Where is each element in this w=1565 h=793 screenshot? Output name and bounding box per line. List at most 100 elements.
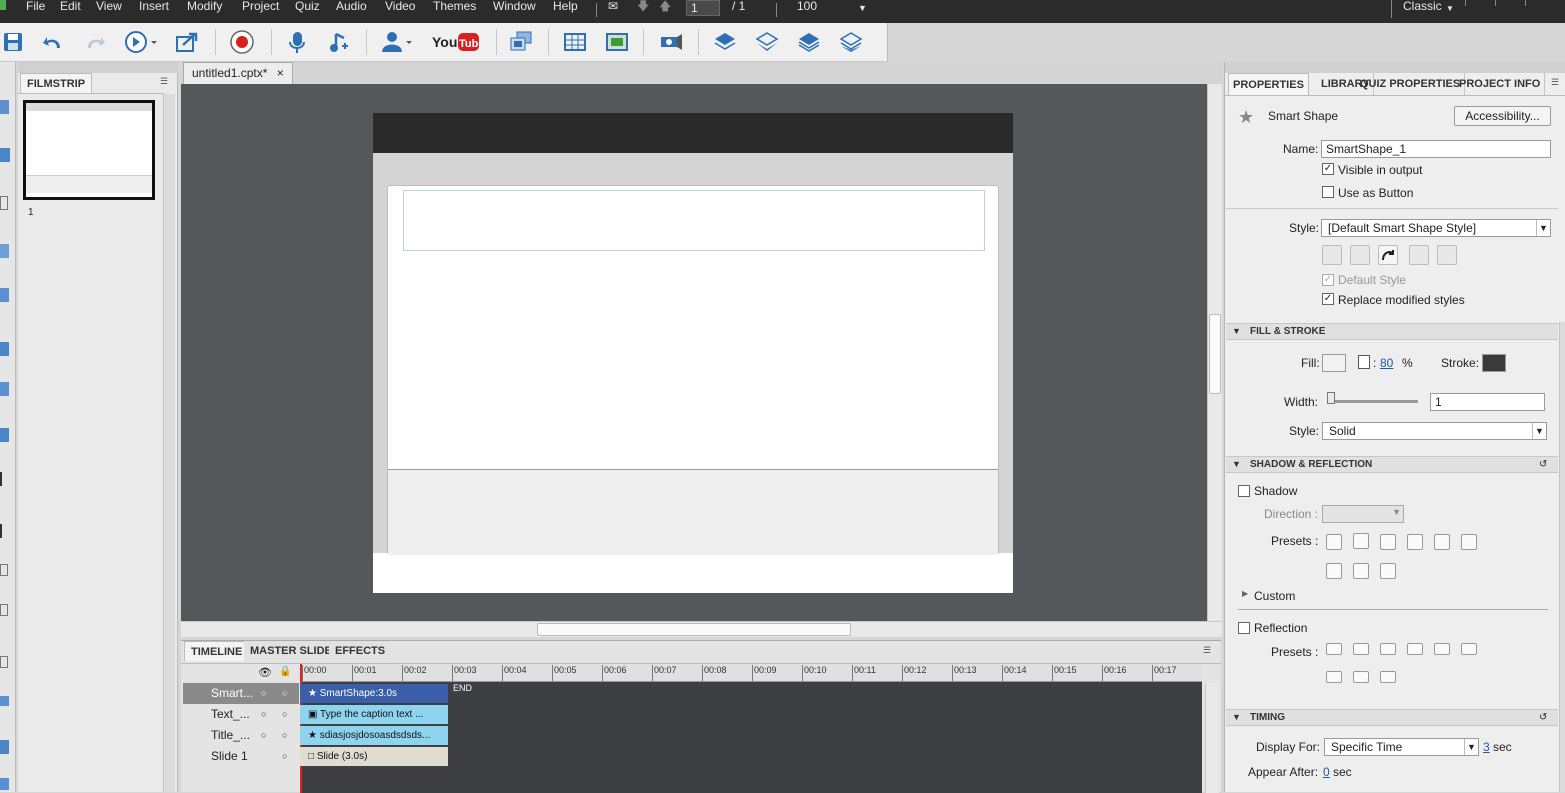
bring-to-front-icon[interactable] [712,29,738,55]
stroke-style-select[interactable]: Solid ▼ [1322,422,1547,440]
save-style-icon[interactable] [1350,245,1370,265]
tab-effects[interactable]: EFFECTS [329,641,392,661]
menu-edit[interactable]: Edit [60,0,81,23]
tab-quiz-properties[interactable]: QUIZ PROPERTIES [1356,73,1466,95]
arrow-up-icon[interactable]: 🡅 [659,0,671,23]
timeline-bar-smartshape[interactable]: ★ SmartShape:3.0s [300,684,448,703]
expand-icon[interactable]: ▶ [1242,589,1248,598]
duration-value[interactable]: 3 [1483,740,1490,754]
tool-icon[interactable] [0,100,9,114]
zoom-dropdown-icon[interactable]: ▼ [858,2,867,25]
shadow-preset[interactable] [1434,534,1450,550]
send-backward-icon[interactable] [796,29,822,55]
document-tab[interactable]: untitled1.cptx* × [183,62,293,84]
tab-project-info[interactable]: PROJECT INFO [1455,73,1546,95]
appear-after-value[interactable]: 0 [1323,765,1330,779]
timeline-layer-row[interactable]: Title_... ○ ○ [183,725,299,746]
timeline-bar-slide[interactable]: □ Slide (3.0s) [300,747,448,766]
default-style-checkbox[interactable]: ✓ [1322,274,1334,286]
shadow-preset[interactable] [1461,534,1477,550]
arrow-down-icon[interactable]: 🡇 [637,0,649,23]
preview-play-icon[interactable] [123,29,159,55]
tool-icon[interactable] [0,604,8,616]
filmstrip-view-icon[interactable] [604,29,630,55]
direction-select[interactable]: ▼ [1322,505,1404,523]
visible-checkbox[interactable]: ✓ [1322,163,1334,175]
tool-icon[interactable] [0,740,9,754]
panel-menu-icon[interactable]: ☰ [1203,645,1211,656]
shadow-preset[interactable] [1353,533,1369,549]
eye-icon[interactable]: 👁 [258,666,272,679]
reflection-preset[interactable] [1461,643,1477,655]
reflection-preset[interactable] [1326,671,1342,683]
shadow-preset[interactable] [1353,563,1369,579]
scroll-thumb[interactable] [1209,314,1221,394]
interaction-icon[interactable] [508,29,534,55]
image-icon[interactable] [0,244,9,258]
display-for-select[interactable]: Specific Time ▼ [1324,738,1479,756]
audio-object-icon[interactable] [658,29,684,55]
panel-menu-icon[interactable]: ☰ [160,76,168,87]
tool-icon[interactable] [0,288,9,302]
lock-icon[interactable]: 🔒 [279,666,291,677]
zoom-value[interactable]: 100 [797,0,817,23]
shadow-checkbox[interactable] [1238,485,1250,497]
pointer-icon[interactable] [0,524,8,538]
timeline-layer-row[interactable]: Smart... ○ ○ [183,683,299,704]
use-as-button-checkbox[interactable] [1322,186,1334,198]
reflection-checkbox[interactable] [1238,622,1250,634]
table-icon[interactable] [562,29,588,55]
reset-style-icon[interactable] [1378,245,1398,265]
youtube-icon[interactable]: YouTube [430,29,480,55]
tool-icon[interactable] [0,564,8,576]
hand-icon[interactable] [0,196,8,210]
menu-modify[interactable]: Modify [187,0,222,23]
reset-icon[interactable]: ↺ [1539,712,1547,723]
menu-project[interactable]: Project [242,0,279,23]
undo-icon[interactable] [40,29,66,55]
timeline-bar-title[interactable]: ★ sdiasjosjdosoasdsdsds... [300,726,448,745]
scroll-thumb[interactable] [537,623,851,636]
shadow-preset[interactable] [1380,534,1396,550]
panel-menu-icon[interactable]: ☰ [1551,77,1559,88]
menu-view[interactable]: View [96,0,122,23]
reset-icon[interactable]: ↺ [1539,459,1547,470]
timeline-layer-row[interactable]: Slide 1 ○ [183,746,299,767]
timeline-scrollbar[interactable] [1205,683,1219,793]
tab-master-slide[interactable]: MASTER SLIDE [244,641,338,661]
page-number-input[interactable]: 1 [686,0,720,16]
horizontal-scrollbar[interactable] [181,621,1222,637]
mail-icon[interactable]: ✉ [608,0,618,23]
reflection-preset[interactable] [1353,643,1369,655]
tool-icon[interactable] [0,696,9,706]
smart-shape-selection[interactable] [403,190,985,251]
menu-quiz[interactable]: Quiz [295,0,320,23]
shadow-preset[interactable] [1407,534,1423,550]
tool-icon[interactable] [0,428,9,442]
width-input[interactable]: 1 [1430,393,1545,411]
music-note-icon[interactable] [326,29,352,55]
reflection-preset[interactable] [1407,643,1423,655]
reflection-preset[interactable] [1380,643,1396,655]
menu-window[interactable]: Window [493,0,536,23]
menu-video[interactable]: Video [385,0,415,23]
menu-insert[interactable]: Insert [139,0,169,23]
chevron-down-icon[interactable]: ▼ [1446,2,1454,25]
slider-handle[interactable] [1327,392,1335,404]
close-icon[interactable]: × [277,66,284,80]
workspace-switcher[interactable]: Classic [1403,0,1442,23]
bring-forward-icon[interactable] [754,29,780,55]
timeline-ruler[interactable]: 00:00 00:01 00:02 00:03 00:04 00:05 00:06 00:07… [300,664,1202,682]
filmstrip-scrollbar[interactable] [163,94,175,792]
slide-canvas[interactable] [373,113,1013,593]
fill-color-swatch[interactable] [1322,354,1346,372]
tab-timeline[interactable]: TIMELINE [184,641,250,661]
microphone-icon[interactable] [284,29,310,55]
shadow-reflection-header[interactable]: ▼ SHADOW & REFLECTION [1226,456,1558,473]
menu-file[interactable]: File [26,0,45,23]
cursor-icon[interactable] [0,472,8,486]
tab-properties[interactable]: PROPERTIES [1228,73,1309,95]
tool-icon[interactable] [0,148,10,162]
save-icon[interactable] [0,29,26,55]
width-slider[interactable] [1330,400,1418,403]
